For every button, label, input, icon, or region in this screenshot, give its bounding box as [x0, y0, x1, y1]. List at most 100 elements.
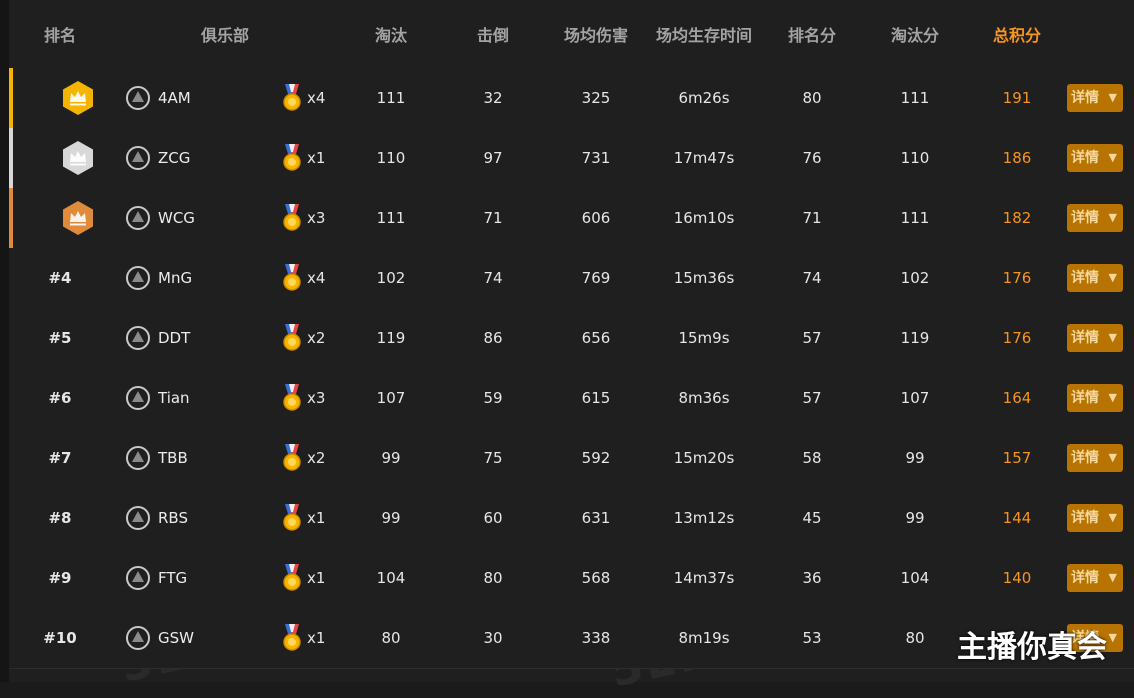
- avg-damage-value: 325: [581, 89, 611, 107]
- crown-badge-icon: [63, 141, 93, 175]
- rank-label: #5: [48, 329, 72, 347]
- details-button-label: 详情: [1071, 570, 1099, 586]
- medal-count: x2: [307, 329, 326, 347]
- team-name[interactable]: FTG: [158, 548, 187, 608]
- table-row: #9 FTG x1 104 80 568 14m37s 36 104 140 详…: [9, 548, 1134, 609]
- header-club[interactable]: 俱乐部: [201, 0, 249, 68]
- medal-icon: [283, 564, 301, 591]
- team-name[interactable]: GSW: [158, 608, 194, 668]
- crown-badge-icon: [63, 201, 93, 235]
- header-avg-survival[interactable]: 场均生存时间: [656, 0, 752, 68]
- medal-icon: [283, 84, 301, 111]
- details-button[interactable]: 详情 ▼: [1067, 504, 1123, 532]
- table-row: #8 RBS x1 99 60 631 13m12s 45 99 144 详情 …: [9, 488, 1134, 549]
- rank-highlight-bar: [9, 608, 13, 668]
- team-name[interactable]: WCG: [158, 188, 195, 248]
- eliminations-value: 107: [376, 389, 406, 407]
- elim-points-value: 107: [900, 389, 930, 407]
- details-button[interactable]: 详情 ▼: [1067, 204, 1123, 232]
- team-logo-icon: [126, 206, 150, 230]
- header-rank[interactable]: 排名: [44, 0, 76, 68]
- eliminations-value: 111: [376, 209, 406, 227]
- team-name[interactable]: 4AM: [158, 68, 191, 128]
- details-button[interactable]: 详情 ▼: [1067, 444, 1123, 472]
- medal-icon: [283, 204, 301, 231]
- total-points-value: 144: [1002, 509, 1032, 527]
- details-button[interactable]: 详情 ▼: [1067, 84, 1123, 112]
- rank-points-value: 36: [802, 569, 822, 587]
- avg-survival-value: 13m12s: [673, 509, 735, 527]
- header-avg-damage[interactable]: 场均伤害: [564, 0, 628, 68]
- rank-highlight-bar: [9, 68, 13, 128]
- team-name[interactable]: TBB: [158, 428, 188, 488]
- overlay-caption: 主播你真会: [957, 630, 1107, 665]
- medal-count: x4: [307, 269, 326, 287]
- header-total-points[interactable]: 总积分: [993, 0, 1041, 68]
- avg-damage-value: 568: [581, 569, 611, 587]
- elim-points-value: 111: [900, 209, 930, 227]
- left-edge-strip: [0, 0, 9, 682]
- avg-survival-value: 8m19s: [678, 629, 730, 647]
- knockdowns-value: 30: [483, 629, 503, 647]
- details-button[interactable]: 详情 ▼: [1067, 324, 1123, 352]
- team-logo-icon: [126, 86, 150, 110]
- medal-icon: [283, 144, 301, 171]
- elim-points-value: 99: [905, 509, 925, 527]
- team-name[interactable]: Tian: [158, 368, 190, 428]
- details-button[interactable]: 详情 ▼: [1067, 564, 1123, 592]
- header-rank-points[interactable]: 排名分: [788, 0, 836, 68]
- header-eliminations[interactable]: 淘汰: [375, 0, 407, 68]
- elim-points-value: 104: [900, 569, 930, 587]
- knockdowns-value: 32: [483, 89, 503, 107]
- team-name[interactable]: ZCG: [158, 128, 190, 188]
- medal-icon: [283, 264, 301, 291]
- details-button-label: 详情: [1071, 450, 1099, 466]
- details-button[interactable]: 详情 ▼: [1067, 384, 1123, 412]
- details-button[interactable]: 详情 ▼: [1067, 144, 1123, 172]
- rank-highlight-bar: [9, 188, 13, 248]
- chevron-down-icon: ▼: [1108, 331, 1117, 344]
- avg-survival-value: 15m20s: [673, 449, 735, 467]
- knockdowns-value: 75: [483, 449, 503, 467]
- knockdowns-value: 86: [483, 329, 503, 347]
- crown-badge-icon: [63, 81, 93, 115]
- eliminations-value: 80: [381, 629, 401, 647]
- eliminations-value: 119: [376, 329, 406, 347]
- table-header: 排名 俱乐部 淘汰 击倒 场均伤害 场均生存时间 排名分 淘汰分 总积分: [9, 0, 1134, 68]
- avg-damage-value: 592: [581, 449, 611, 467]
- details-button-label: 详情: [1071, 210, 1099, 226]
- team-logo-icon: [126, 386, 150, 410]
- chevron-down-icon: ▼: [1108, 391, 1117, 404]
- details-button-label: 详情: [1071, 150, 1099, 166]
- total-points-value: 176: [1002, 269, 1032, 287]
- avg-damage-value: 606: [581, 209, 611, 227]
- medal-icon: [283, 384, 301, 411]
- details-button-label: 详情: [1071, 90, 1099, 106]
- team-name[interactable]: MnG: [158, 248, 192, 308]
- chevron-down-icon: ▼: [1108, 271, 1117, 284]
- table-row: ZCG x1 110 97 731 17m47s 76 110 186 详情 ▼: [9, 128, 1134, 189]
- avg-damage-value: 631: [581, 509, 611, 527]
- table-row: #4 MnG x4 102 74 769 15m36s 74 102 176 详…: [9, 248, 1134, 309]
- details-button[interactable]: 详情 ▼: [1067, 264, 1123, 292]
- team-logo-icon: [126, 626, 150, 650]
- rank-highlight-bar: [9, 548, 13, 608]
- details-button-label: 详情: [1071, 510, 1099, 526]
- chevron-down-icon: ▼: [1108, 511, 1117, 524]
- knockdowns-value: 59: [483, 389, 503, 407]
- avg-survival-value: 6m26s: [678, 89, 730, 107]
- avg-damage-value: 656: [581, 329, 611, 347]
- team-name[interactable]: RBS: [158, 488, 188, 548]
- team-name[interactable]: DDT: [158, 308, 190, 368]
- details-button-label: 详情: [1071, 390, 1099, 406]
- total-points-value: 176: [1002, 329, 1032, 347]
- elim-points-value: 119: [900, 329, 930, 347]
- leaderboard-panel: 5EPlay www.5eplay.com 5EPlay www.5eplay.…: [9, 0, 1134, 698]
- chevron-down-icon: ▼: [1108, 571, 1117, 584]
- medal-count: x3: [307, 389, 326, 407]
- header-elim-points[interactable]: 淘汰分: [891, 0, 939, 68]
- medal-count: x1: [307, 629, 326, 647]
- knockdowns-value: 60: [483, 509, 503, 527]
- chevron-down-icon: ▼: [1108, 451, 1117, 464]
- header-knockdowns[interactable]: 击倒: [477, 0, 509, 68]
